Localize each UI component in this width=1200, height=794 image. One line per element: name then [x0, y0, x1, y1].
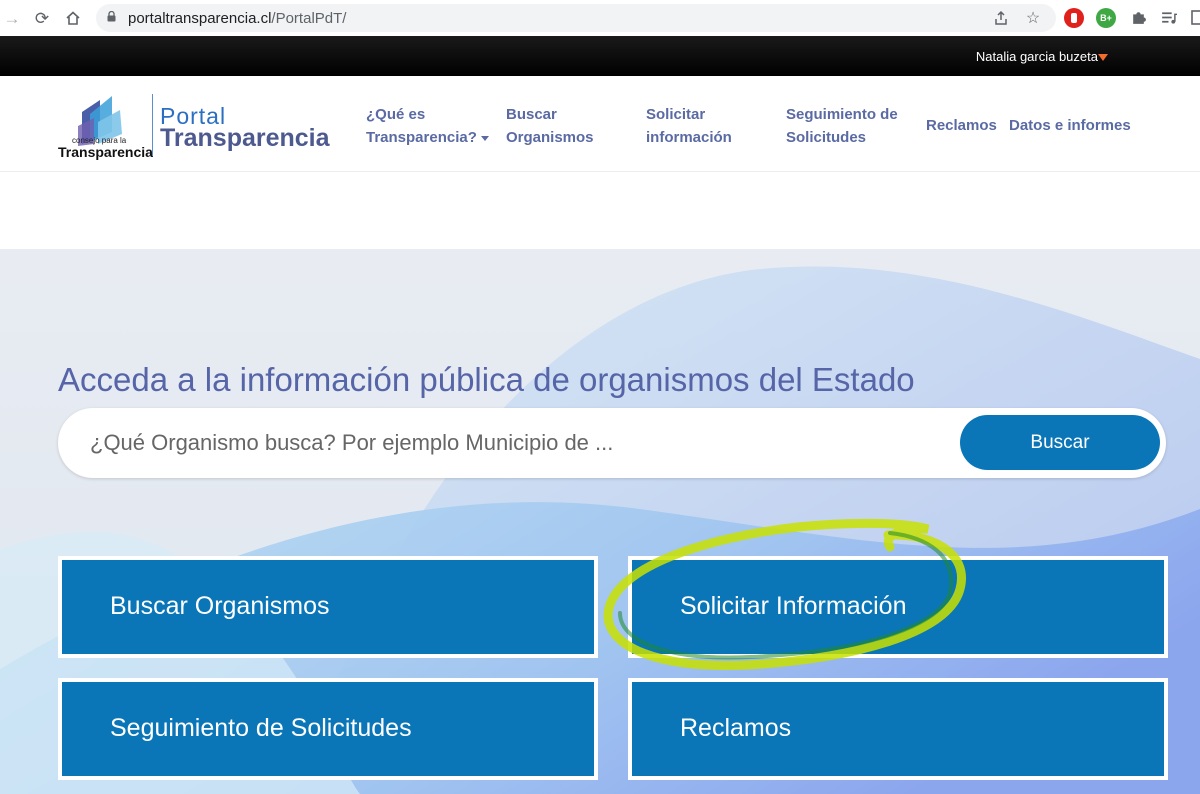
media-queue-icon[interactable] — [1156, 5, 1180, 29]
menu-reclamos[interactable]: Reclamos — [926, 114, 997, 137]
organism-search-input[interactable] — [88, 422, 952, 464]
menu-que-es-transparencia[interactable]: ¿Qué es Transparencia? — [366, 103, 489, 149]
lock-icon — [107, 11, 116, 22]
home-icon[interactable] — [61, 6, 85, 30]
tile-solicitar-informacion[interactable]: Solicitar Información — [628, 556, 1168, 658]
extension-badge-icon[interactable]: B+ — [1096, 8, 1116, 28]
user-bar: Natalia garcia buzeta — [0, 36, 1200, 76]
address-bar[interactable]: portaltransparencia.cl/PortalPdT/ ☆ — [96, 4, 1056, 32]
transparencia-word[interactable]: Transparencia — [160, 124, 330, 153]
puzzle-icon[interactable] — [1126, 5, 1150, 29]
share-icon[interactable] — [991, 8, 1011, 28]
dropdown-caret-icon — [480, 135, 489, 141]
browser-toolbar: → ⟳ portaltransparencia.cl/PortalPdT/ ☆ … — [0, 0, 1200, 37]
site-header: consejo para la Transparencia Portal Tra… — [0, 76, 1200, 172]
user-name-link[interactable]: Natalia garcia buzeta — [976, 49, 1098, 64]
menu-solicitar-informacion[interactable]: Solicitar información — [646, 103, 732, 149]
star-icon[interactable]: ☆ — [1023, 8, 1043, 28]
forward-arrow-icon[interactable]: → — [0, 6, 24, 30]
menu-buscar-organismos[interactable]: Buscar Organismos — [506, 103, 594, 149]
hero-section: Acceda a la información pública de organ… — [0, 249, 1200, 794]
hero-title: Acceda a la información pública de organ… — [58, 361, 915, 398]
url-text: portaltransparencia.cl/PortalPdT/ — [128, 10, 347, 27]
logo-big-text: Transparencia — [58, 144, 153, 160]
tile-seguimiento-solicitudes[interactable]: Seguimiento de Solicitudes — [58, 678, 598, 780]
logo-divider — [152, 94, 153, 156]
side-panel-icon[interactable] — [1186, 5, 1200, 29]
organism-search-box: Buscar — [58, 408, 1166, 478]
menu-seguimiento-solicitudes[interactable]: Seguimiento de Solicitudes — [786, 103, 898, 149]
tile-reclamos[interactable]: Reclamos — [628, 678, 1168, 780]
user-caret-icon[interactable] — [1098, 54, 1108, 61]
search-button[interactable]: Buscar — [960, 415, 1160, 470]
reload-icon[interactable]: ⟳ — [30, 6, 54, 30]
menu-datos-informes[interactable]: Datos e informes — [1009, 114, 1131, 137]
adblock-icon[interactable] — [1064, 8, 1084, 28]
tile-buscar-organismos[interactable]: Buscar Organismos — [58, 556, 598, 658]
